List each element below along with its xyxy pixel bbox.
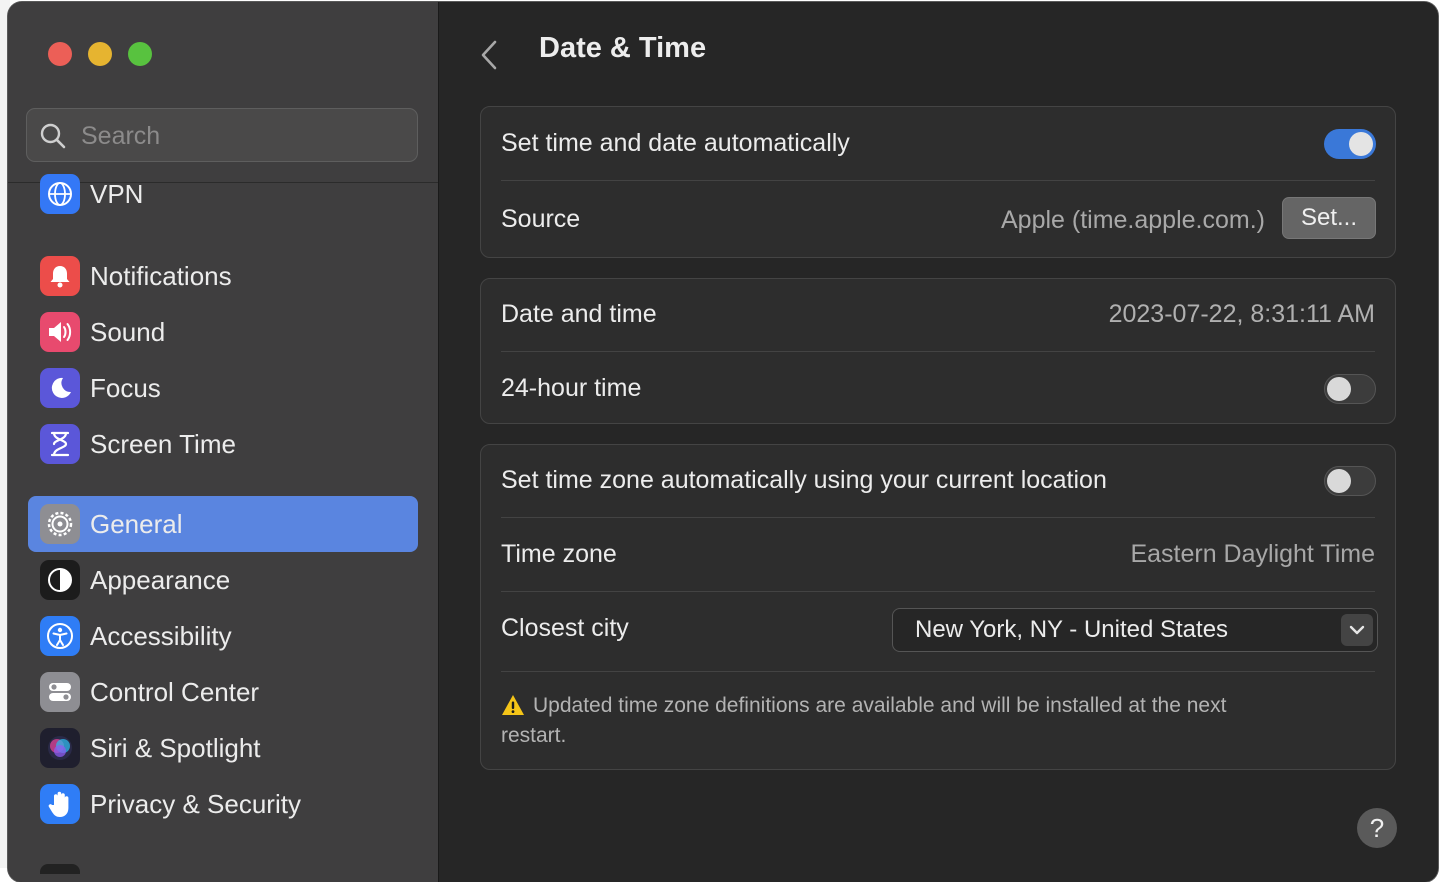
sidebar-item-label: Appearance [90, 565, 231, 595]
hour24-label: 24-hour time [501, 374, 642, 402]
time-zone-value: Eastern Daylight Time [1130, 540, 1375, 568]
accessibility-icon [40, 616, 80, 656]
close-window-button[interactable] [48, 42, 72, 66]
auto-zone-label: Set time zone automatically using your c… [501, 466, 1107, 494]
moon-icon [40, 368, 80, 408]
auto-time-toggle[interactable] [1324, 129, 1376, 159]
closest-city-row: Closest city New York, NY - United State… [481, 592, 1395, 668]
sidebar-item-general[interactable]: General [28, 496, 418, 552]
auto-time-label: Set time and date automatically [501, 129, 850, 157]
notice-text: Updated time zone definitions are availa… [501, 694, 1227, 747]
date-time-label: Date and time [501, 300, 657, 328]
closest-city-label: Closest city [501, 614, 629, 642]
zoom-window-button[interactable] [128, 42, 152, 66]
sidebar-item-notifications[interactable]: Notifications [28, 248, 418, 304]
sidebar-item-label: Siri & Spotlight [90, 733, 261, 763]
minimize-window-button[interactable] [88, 42, 112, 66]
toggle-knob [1327, 469, 1351, 493]
hour24-toggle[interactable] [1324, 374, 1376, 404]
set-source-button[interactable]: Set... [1282, 197, 1376, 239]
sidebar-item-label: Screen Time [90, 429, 236, 459]
sidebar-item-appearance[interactable]: Appearance [28, 552, 418, 608]
toggle-knob [1327, 377, 1351, 401]
detail-pane: Date & Time Set time and date automatica… [439, 2, 1438, 882]
closest-city-value: New York, NY - United States [915, 616, 1229, 643]
auto-time-row: Set time and date automatically [481, 107, 1395, 181]
source-value: Apple (time.apple.com.) [1000, 206, 1265, 234]
help-button[interactable]: ? [1357, 808, 1397, 848]
hand-icon [40, 784, 80, 824]
hourglass-icon [40, 424, 80, 464]
sidebar-item-siri-spotlight[interactable]: Siri & Spotlight [28, 720, 418, 776]
source-label: Source [501, 205, 581, 233]
sidebar-item-privacy-security[interactable]: Privacy & Security [28, 776, 418, 832]
warning-icon [502, 695, 524, 715]
time-zone-notice: Updated time zone definitions are availa… [501, 691, 1281, 751]
sidebar-item-label: Accessibility [90, 621, 232, 651]
speaker-icon [40, 312, 80, 352]
sidebar-item-label: Control Center [90, 677, 260, 707]
source-row: Source Apple (time.apple.com.) Set... [481, 181, 1395, 257]
time-zone-card: Set time zone automatically using your c… [480, 444, 1396, 770]
closest-city-select[interactable]: New York, NY - United States [892, 608, 1378, 652]
appearance-icon [40, 560, 80, 600]
sidebar-item-sound[interactable]: Sound [28, 304, 418, 360]
date-time-row: Date and time 2023-07-22, 8:31:11 AM [481, 279, 1395, 351]
time-zone-row: Time zone Eastern Daylight Time [481, 518, 1395, 592]
settings-window: VPN Notifications Sound Focus [8, 2, 1438, 882]
divider [501, 671, 1375, 672]
sidebar-item-screen-time[interactable]: Screen Time [28, 416, 418, 472]
sidebar-item-label: Focus [90, 373, 161, 403]
page-title: Date & Time [539, 32, 707, 64]
hour24-row: 24-hour time [481, 352, 1395, 424]
sidebar-item-label: General [90, 509, 183, 539]
auto-zone-toggle[interactable] [1324, 466, 1376, 496]
date-time-card: Date and time 2023-07-22, 8:31:11 AM 24-… [480, 278, 1396, 424]
sidebar-item-accessibility[interactable]: Accessibility [28, 608, 418, 664]
toggle-knob [1349, 132, 1373, 156]
auto-zone-row: Set time zone automatically using your c… [481, 445, 1395, 517]
bell-icon [40, 256, 80, 296]
time-zone-label: Time zone [501, 540, 617, 568]
sidebar: VPN Notifications Sound Focus [8, 2, 439, 882]
sidebar-item-label: Notifications [90, 261, 232, 291]
back-chevron-icon[interactable] [477, 38, 501, 72]
sidebar-item-label: Privacy & Security [90, 789, 301, 819]
next-sidebar-icon-partial [40, 864, 80, 874]
sidebar-item-focus[interactable]: Focus [28, 360, 418, 416]
chevron-down-icon [1341, 614, 1373, 646]
scroll-mask [8, 108, 438, 182]
control-center-icon [40, 672, 80, 712]
date-time-value[interactable]: 2023-07-22, 8:31:11 AM [1109, 300, 1375, 329]
automatic-time-card: Set time and date automatically Source A… [480, 106, 1396, 258]
siri-icon [40, 728, 80, 768]
sidebar-item-label: Sound [90, 317, 166, 347]
sidebar-item-control-center[interactable]: Control Center [28, 664, 418, 720]
gear-icon [40, 504, 80, 544]
